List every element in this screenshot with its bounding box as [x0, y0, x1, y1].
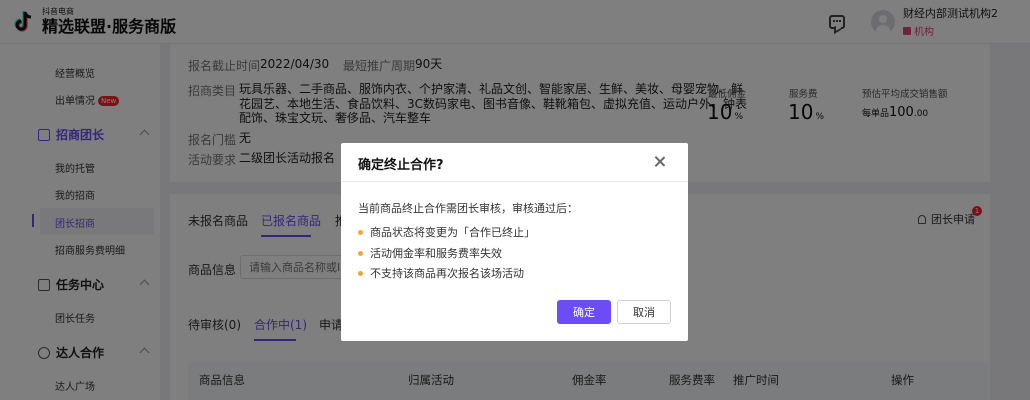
bullet-dot-icon [358, 250, 363, 256]
bullet-dot-icon [358, 229, 363, 235]
dialog-bullet: 不支持该商品再次报名该场活动 [358, 265, 524, 281]
dialog-bullet: 活动佣金率和服务费率失效 [358, 245, 502, 261]
dialog-bullet: 商品状态将变更为「合作已终止」 [358, 224, 535, 240]
confirm-button[interactable]: 确定 [557, 300, 611, 324]
dialog-bullet-text: 不支持该商品再次报名该场活动 [370, 267, 524, 280]
dialog-divider [341, 181, 688, 182]
dialog-description: 当前商品终止合作需团长审核，审核通过后： [358, 202, 578, 215]
terminate-dialog: 确定终止合作? 当前商品终止合作需团长审核，审核通过后： 商品状态将变更为「合作… [341, 143, 688, 341]
dialog-bullet-text: 商品状态将变更为「合作已终止」 [370, 226, 535, 239]
bullet-dot-icon [358, 270, 363, 276]
dialog-title: 确定终止合作? [358, 158, 444, 173]
close-icon[interactable] [653, 155, 667, 169]
cancel-button[interactable]: 取消 [617, 300, 671, 324]
dialog-bullet-text: 活动佣金率和服务费率失效 [370, 247, 502, 260]
